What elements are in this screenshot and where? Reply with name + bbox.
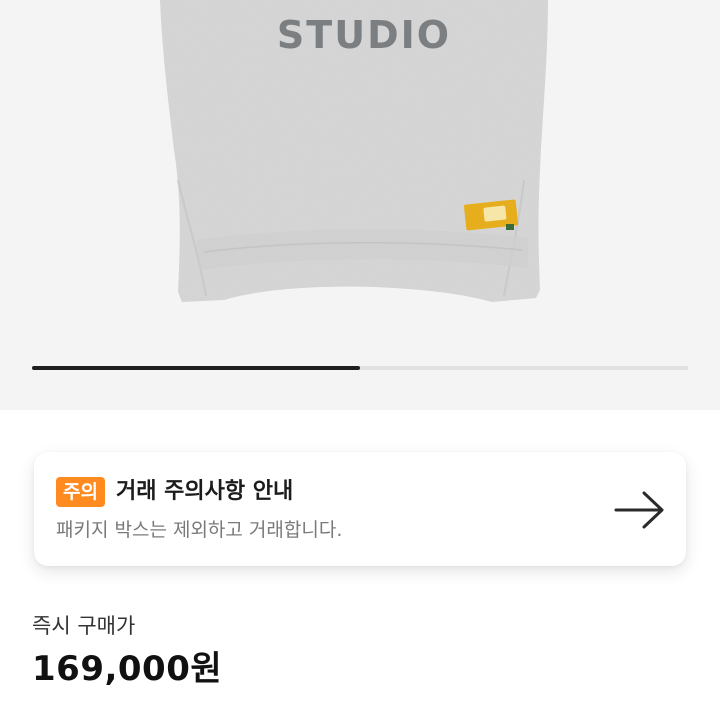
arrow-right-icon[interactable] bbox=[612, 490, 668, 530]
shirt-print-text: STUDIO bbox=[277, 13, 451, 57]
notice-title: 거래 주의사항 안내 bbox=[116, 479, 294, 504]
price-label: 즉시 구매가 bbox=[32, 614, 136, 638]
garment-tag-icon bbox=[463, 199, 519, 231]
trade-notice-card[interactable]: 주의 거래 주의사항 안내 패키지 박스는 제외하고 거래합니다. bbox=[34, 452, 686, 566]
product-image-carousel[interactable]: STUDIO bbox=[0, 0, 720, 410]
carousel-progress-bar bbox=[32, 366, 688, 370]
price-value: 169,000원 bbox=[32, 649, 223, 689]
product-image[interactable]: STUDIO bbox=[0, 0, 720, 345]
notice-badge: 주의 bbox=[56, 477, 105, 507]
carousel-progress-fill bbox=[32, 366, 360, 370]
notice-description: 패키지 박스는 제외하고 거래합니다. bbox=[56, 519, 343, 541]
